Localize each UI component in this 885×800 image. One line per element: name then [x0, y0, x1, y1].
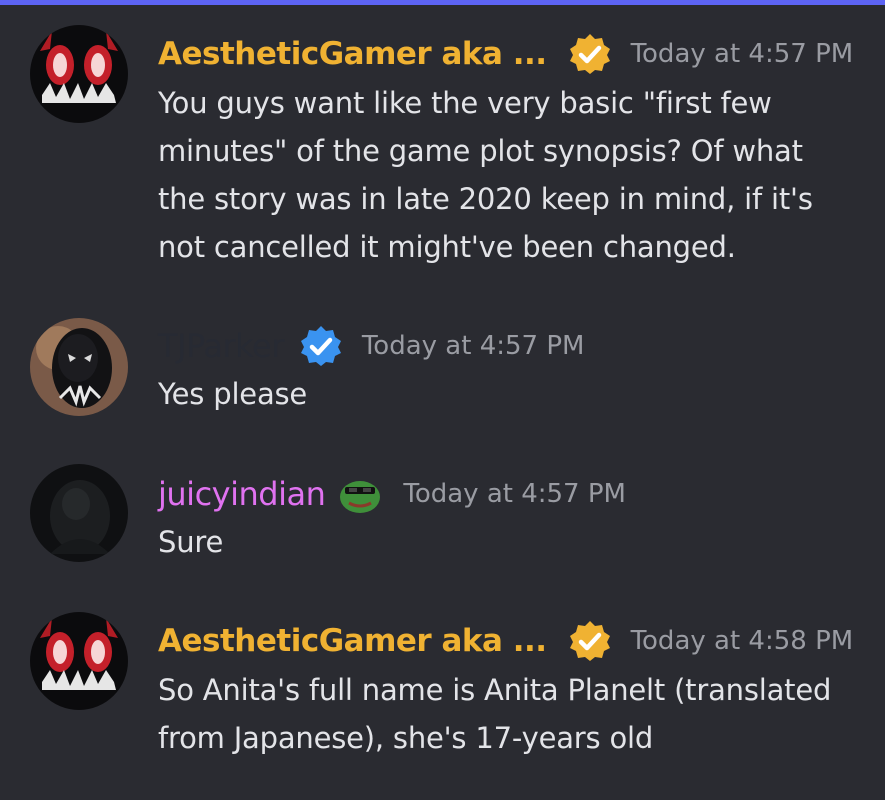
message-line: Sure — [158, 525, 224, 559]
username[interactable]: TJParker — [158, 327, 284, 365]
timestamp[interactable]: Today at 4:58 PM — [631, 626, 854, 656]
message-line: Yes please — [158, 377, 308, 411]
timestamp[interactable]: Today at 4:57 PM — [403, 479, 626, 509]
avatar[interactable] — [30, 318, 128, 416]
message-line: You guys want like the very basic "first… — [158, 86, 772, 120]
timestamp[interactable]: Today at 4:57 PM — [362, 331, 585, 361]
verified-blue-badge-icon — [300, 325, 342, 367]
top-accent-bar — [0, 0, 885, 5]
message-content: You guys want like the very basic "first… — [158, 79, 858, 271]
message-content: Sure — [158, 518, 858, 566]
message-line: the story was in late 2020 keep in mind,… — [158, 182, 813, 216]
username[interactable]: AestheticGamer aka ... — [158, 623, 547, 659]
message-line: minutes" of the game plot synopsis? Of w… — [158, 134, 803, 168]
verified-gold-badge-icon — [569, 33, 611, 75]
message-content: So Anita's full name is Anita Planelt (t… — [158, 666, 858, 762]
username[interactable]: AestheticGamer aka ... — [158, 36, 547, 72]
username[interactable]: juicyindian — [158, 475, 326, 513]
pepe-emoji-icon — [337, 473, 383, 515]
message-line: So Anita's full name is Anita Planelt (t… — [158, 673, 832, 707]
message-line: not cancelled it might've been changed. — [158, 230, 736, 264]
message-content: Yes please — [158, 370, 858, 418]
avatar[interactable] — [30, 464, 128, 562]
avatar[interactable] — [30, 25, 128, 123]
avatar[interactable] — [30, 612, 128, 710]
verified-gold-badge-icon — [569, 620, 611, 662]
message-line: from Japanese), she's 17-years old — [158, 721, 654, 755]
timestamp[interactable]: Today at 4:57 PM — [631, 39, 854, 69]
